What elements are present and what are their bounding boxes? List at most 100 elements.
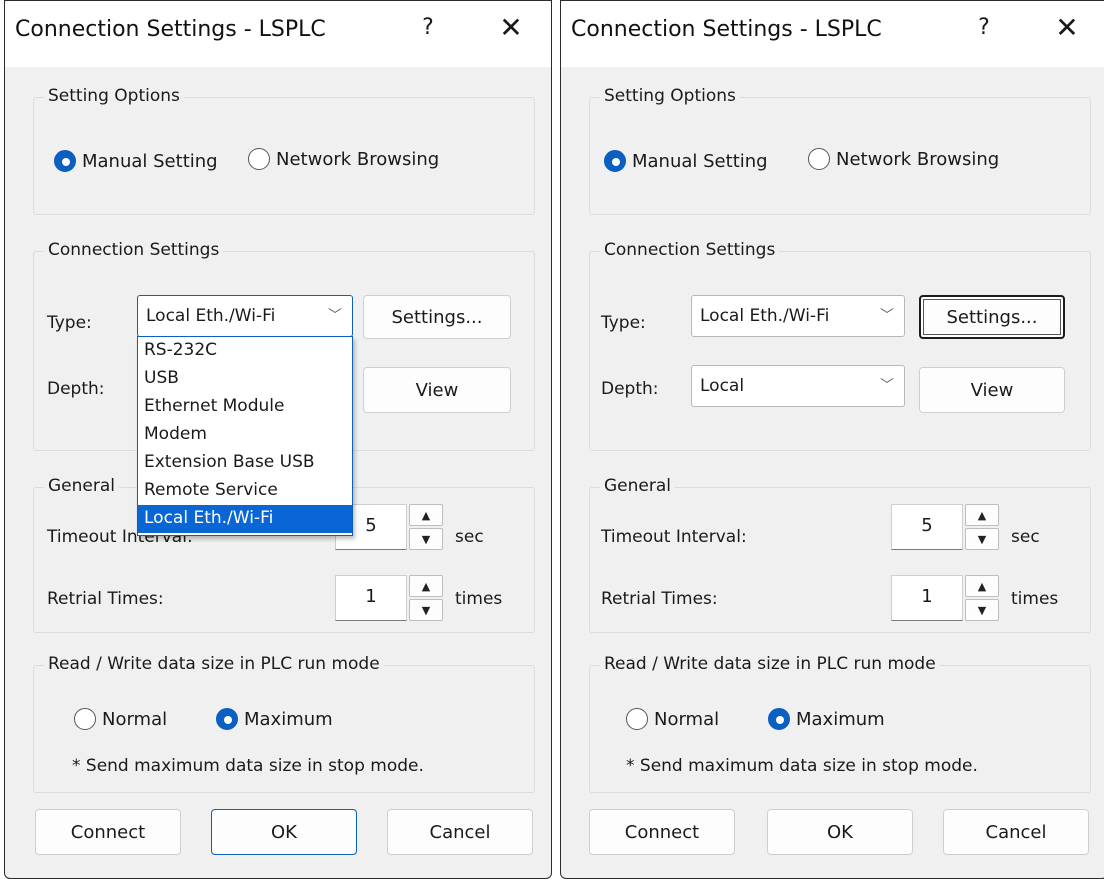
type-combobox[interactable]: Local Eth./Wi-Fi ﹀ [691,295,905,337]
timeout-unit: sec [1011,527,1040,547]
triangle-up-icon[interactable]: ▲ [409,575,443,597]
view-button[interactable]: View [919,367,1065,413]
radio-label: Maximum [796,708,885,730]
group-legend: Setting Options [44,86,184,106]
cancel-button[interactable]: Cancel [387,809,533,855]
normal-radio[interactable]: Normal [74,708,167,730]
timeout-unit: sec [455,527,484,547]
dialog-title: Connection Settings - LSPLC [15,17,326,42]
setting-options-group: Setting Options Manual Setting Network B… [589,86,1091,215]
connection-settings-dialog-right: Connection Settings - LSPLC ? ✕ Setting … [560,0,1104,879]
ok-button[interactable]: OK [211,809,357,855]
connection-settings-group: Connection Settings [589,240,1091,451]
manual-setting-radio[interactable]: Manual Setting [54,150,218,172]
triangle-up-icon[interactable]: ▲ [965,575,999,597]
group-legend: General [44,476,119,496]
title-bar: Connection Settings - LSPLC ? ✕ [561,1,1104,67]
radio-label: Normal [102,708,168,730]
close-button[interactable]: ✕ [491,11,531,44]
group-legend: Read / Write data size in PLC run mode [600,654,940,674]
manual-setting-radio[interactable]: Manual Setting [604,150,768,172]
radio-checked-icon [54,150,76,172]
normal-radio[interactable]: Normal [626,708,719,730]
dropdown-item[interactable]: Ethernet Module [138,393,352,421]
type-value: Local Eth./Wi-Fi [146,306,276,326]
type-value: Local Eth./Wi-Fi [700,306,830,326]
timeout-label: Timeout Interval: [601,527,747,547]
radio-label: Network Browsing [836,148,1000,170]
dropdown-item[interactable]: USB [138,365,352,393]
radio-label: Manual Setting [632,150,768,172]
retrial-label: Retrial Times: [47,589,164,609]
timeout-spinner[interactable]: ▲ ▼ [409,504,443,550]
help-button[interactable]: ? [969,15,999,40]
triangle-down-icon[interactable]: ▼ [965,599,999,621]
radio-icon [626,708,648,730]
triangle-down-icon[interactable]: ▼ [409,528,443,550]
triangle-down-icon[interactable]: ▼ [965,528,999,550]
retrial-label: Retrial Times: [601,589,718,609]
connect-button[interactable]: Connect [35,809,181,855]
network-browsing-radio[interactable]: Network Browsing [248,148,439,170]
group-legend: General [600,476,675,496]
group-legend: Read / Write data size in PLC run mode [44,654,384,674]
dropdown-item[interactable]: Remote Service [138,477,352,505]
title-bar: Connection Settings - LSPLC ? ✕ [5,1,551,67]
depth-label: Depth: [47,379,105,399]
type-dropdown-list: RS-232C USB Ethernet Module Modem Extens… [137,336,353,536]
help-button[interactable]: ? [413,15,443,40]
read-write-group: Read / Write data size in PLC run mode N… [589,654,1091,793]
dialog-title: Connection Settings - LSPLC [571,17,882,42]
group-legend: Connection Settings [44,240,224,260]
retrial-unit: times [455,589,503,609]
radio-checked-icon [216,708,238,730]
network-browsing-radio[interactable]: Network Browsing [808,148,999,170]
radio-checked-icon [768,708,790,730]
depth-combobox[interactable]: Local ﹀ [691,365,905,407]
stop-mode-note: * Send maximum data size in stop mode. [626,756,978,776]
read-write-group: Read / Write data size in PLC run mode N… [33,654,535,793]
dropdown-item[interactable]: Modem [138,421,352,449]
radio-icon [74,708,96,730]
group-legend: Connection Settings [600,240,780,260]
radio-icon [808,148,830,170]
triangle-up-icon[interactable]: ▲ [409,504,443,526]
ok-button[interactable]: OK [767,809,913,855]
setting-options-group: Setting Options Manual Setting Network B… [33,86,535,215]
timeout-spinner[interactable]: ▲ ▼ [965,504,999,550]
radio-checked-icon [604,150,626,172]
close-button[interactable]: ✕ [1047,11,1087,44]
connect-button[interactable]: Connect [589,809,735,855]
radio-label: Maximum [244,708,333,730]
retrial-input[interactable]: 1 [891,575,963,621]
retrial-unit: times [1011,589,1059,609]
chevron-down-icon: ﹀ [880,308,894,324]
chevron-down-icon: ﹀ [328,308,342,324]
radio-label: Manual Setting [82,150,218,172]
settings-button[interactable]: Settings... [363,295,511,339]
type-combobox[interactable]: Local Eth./Wi-Fi ﹀ [137,295,353,337]
triangle-down-icon[interactable]: ▼ [409,599,443,621]
depth-label: Depth: [601,379,659,399]
retrial-spinner[interactable]: ▲ ▼ [965,575,999,621]
retrial-input[interactable]: 1 [335,575,407,621]
radio-label: Normal [654,708,720,730]
radio-icon [248,148,270,170]
chevron-down-icon: ﹀ [880,378,894,394]
settings-button[interactable]: Settings... [919,295,1065,339]
dropdown-item[interactable]: RS-232C [138,337,352,365]
cancel-button[interactable]: Cancel [943,809,1089,855]
depth-value: Local [700,376,745,396]
triangle-up-icon[interactable]: ▲ [965,504,999,526]
dropdown-item-selected[interactable]: Local Eth./Wi-Fi [138,505,352,533]
radio-label: Network Browsing [276,148,440,170]
maximum-radio[interactable]: Maximum [768,708,885,730]
timeout-input[interactable]: 5 [891,504,963,550]
dropdown-item[interactable]: Extension Base USB [138,449,352,477]
general-group: General [589,476,1091,633]
retrial-spinner[interactable]: ▲ ▼ [409,575,443,621]
view-button[interactable]: View [363,367,511,413]
group-legend: Setting Options [600,86,740,106]
connection-settings-dialog-left: Connection Settings - LSPLC ? ✕ Setting … [4,0,552,879]
maximum-radio[interactable]: Maximum [216,708,333,730]
